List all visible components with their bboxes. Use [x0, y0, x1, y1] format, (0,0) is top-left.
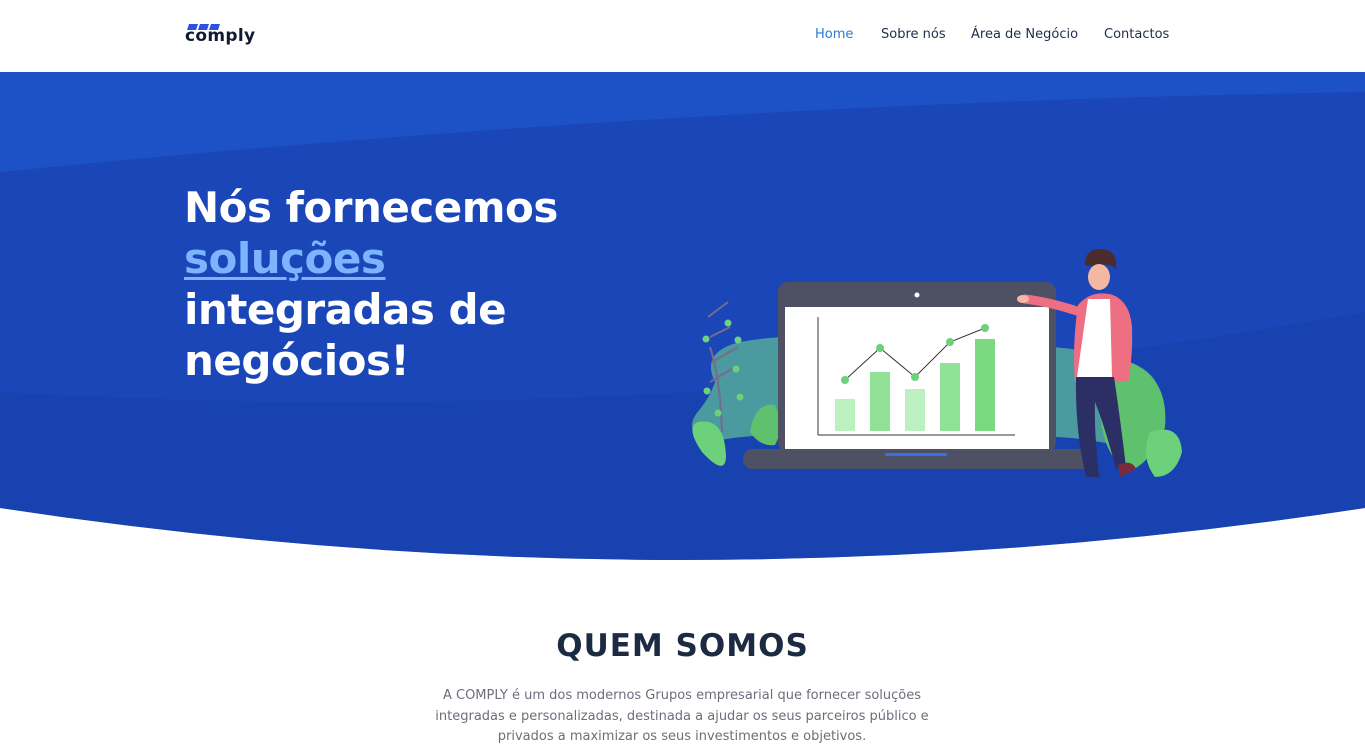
right-leaf-small	[1146, 429, 1182, 477]
person-face	[1088, 264, 1110, 290]
hero-section: Nós fornecemos soluções integradas de ne…	[0, 72, 1365, 578]
nav-contactos[interactable]: Contactos	[1104, 27, 1169, 42]
hero-title-line-1: Nós fornecemos	[184, 183, 558, 232]
site-header: comply Home Sobre nós Área de Negócio Co…	[0, 0, 1365, 72]
laptop-base	[743, 449, 1092, 469]
main-nav: Home Sobre nós Área de Negócio Contactos	[0, 27, 1365, 45]
about-section-title: QUEM SOMOS	[556, 628, 809, 664]
hero-title-highlight[interactable]: soluções	[184, 234, 386, 283]
hero-title-line-4: negócios!	[184, 336, 410, 385]
hero-title-line-3: integradas de	[184, 285, 507, 334]
about-description: A COMPLY é um dos modernos Grupos empres…	[435, 688, 929, 744]
nav-area-de-negocio[interactable]: Área de Negócio	[971, 27, 1078, 42]
presenter-chart-illustration	[692, 249, 1182, 477]
nav-sobre-nos[interactable]: Sobre nós	[881, 27, 946, 42]
hero-title: Nós fornecemos soluções integradas de ne…	[184, 182, 624, 386]
nav-home[interactable]: Home	[815, 27, 853, 42]
